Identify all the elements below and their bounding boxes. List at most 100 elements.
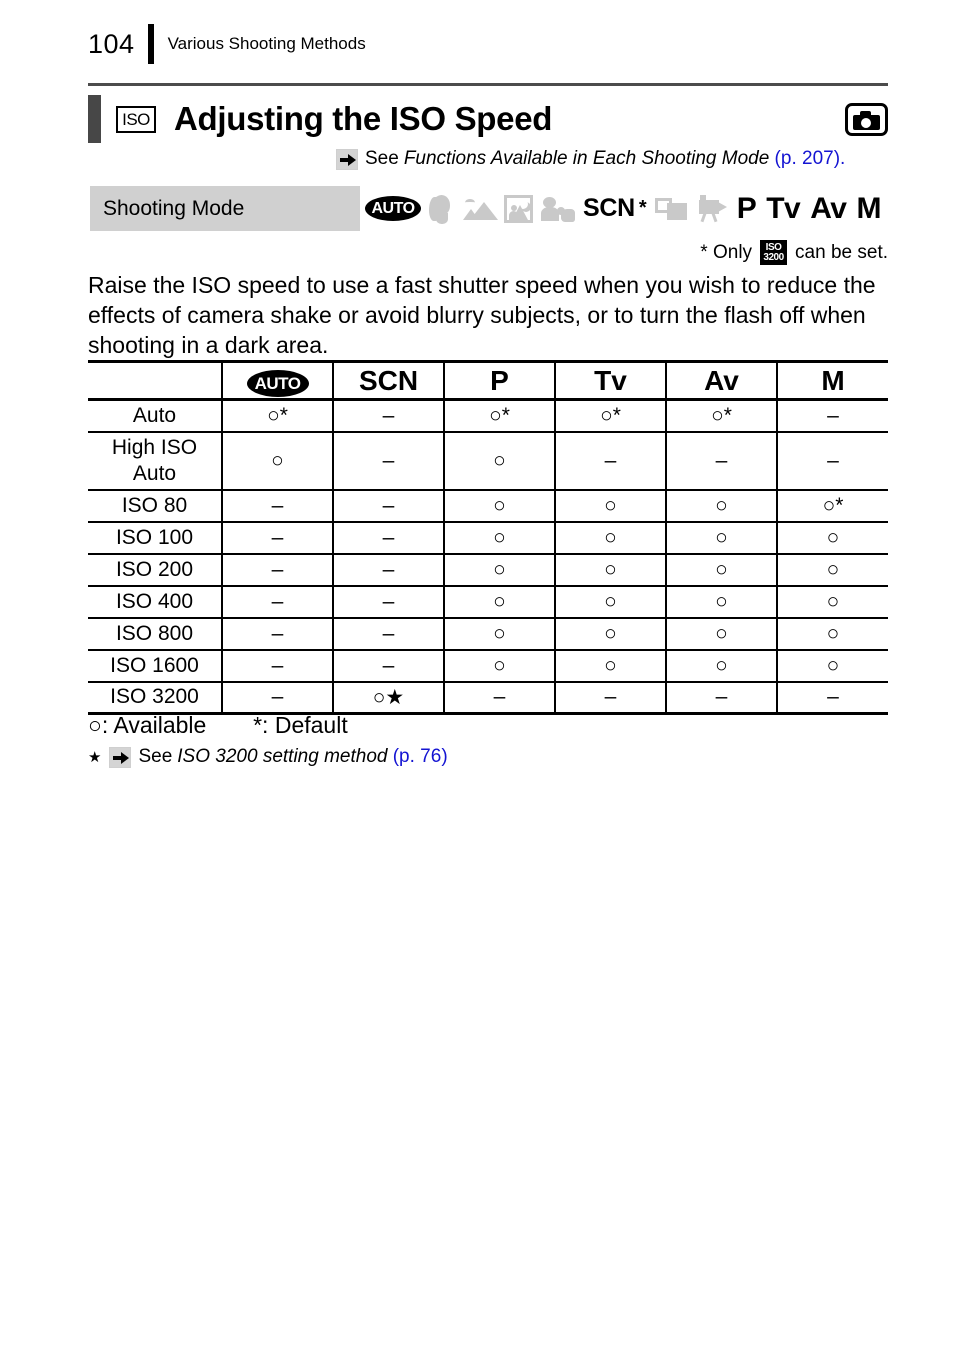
see-reference-title: Functions Available in Each Shooting Mod…	[403, 148, 770, 169]
table-legend: ○: Available *: Default	[88, 712, 348, 739]
table-cell: ○	[443, 617, 555, 651]
table-cell: ○	[776, 553, 888, 587]
table-row: ISO 400 – – ○ ○ ○ ○	[88, 585, 888, 619]
only-note: * Only ISO 3200 can be set.	[700, 240, 888, 265]
table-cell: –	[332, 649, 444, 683]
section-title-row: ISO Adjusting the ISO Speed	[88, 93, 888, 145]
mode-m-label: M	[856, 191, 881, 225]
table-cell: ○*	[665, 399, 777, 433]
mode-portrait-icon	[428, 194, 455, 224]
table-header-scn: SCN	[332, 360, 444, 401]
table-cell: ○	[776, 585, 888, 619]
table-cell: ○	[443, 431, 555, 491]
camera-icon-lens	[861, 117, 871, 128]
table-cell: ○	[443, 649, 555, 683]
table-cell: –	[332, 521, 444, 555]
table-row: Auto ○* – ○* ○* ○* –	[88, 399, 888, 433]
table-header-av: Av	[665, 360, 777, 401]
row-label: ISO 100	[88, 521, 222, 555]
table-cell: ○	[665, 585, 777, 619]
header-horizontal-rule	[88, 83, 888, 86]
table-cell: ○	[554, 553, 666, 587]
mode-night-snapshot-icon	[504, 194, 533, 223]
table-row: ISO 3200 – ○★ – – – –	[88, 681, 888, 715]
table-cell: –	[221, 681, 333, 715]
table-cell: –	[554, 431, 666, 491]
table-cell: ○	[776, 649, 888, 683]
title-accent-bar	[88, 95, 101, 143]
shooting-mode-label: Shooting Mode	[103, 196, 245, 220]
table-row: ISO 1600 – – ○ ○ ○ ○	[88, 649, 888, 683]
table-row: ISO 800 – – ○ ○ ○ ○	[88, 617, 888, 651]
arrow-right-icon	[336, 148, 358, 170]
page-reference-link[interactable]: (p. 207).	[775, 148, 846, 170]
mode-scn-label: SCN	[583, 194, 635, 222]
table-cell: ○	[776, 521, 888, 555]
row-label: Auto	[88, 399, 222, 433]
table-cell: ○	[443, 553, 555, 587]
only-note-suffix: can be set.	[795, 241, 888, 263]
iso-3200-icon-top: ISO	[765, 241, 782, 253]
table-cell: –	[332, 399, 444, 433]
auto-mode-icon: AUTO	[246, 370, 309, 398]
table-cell: ○	[554, 617, 666, 651]
only-note-prefix: * Only	[700, 241, 753, 263]
table-cell: ○	[554, 521, 666, 555]
see-word: See	[365, 148, 399, 169]
camera-icon	[845, 102, 888, 136]
mode-stitch-assist-icon	[654, 196, 688, 221]
row-label: ISO 1600	[88, 649, 222, 683]
manual-page: 104 Various Shooting Methods ISO Adjusti…	[0, 0, 954, 1345]
table-cell: ○	[665, 489, 777, 523]
table-cell: ○	[554, 649, 666, 683]
table-cell: –	[332, 553, 444, 587]
header-chapter-title: Various Shooting Methods	[167, 34, 366, 53]
table-cell: ○	[443, 521, 555, 555]
table-cell: ○*	[776, 489, 888, 523]
table-cell: –	[776, 399, 888, 433]
row-label-line1: High ISO	[111, 435, 198, 459]
mode-tv-label: Tv	[766, 191, 801, 225]
mode-p-label: P	[736, 191, 757, 225]
table-cell: –	[221, 553, 333, 587]
table-cell: ○	[665, 649, 777, 683]
table-cell: –	[665, 681, 777, 715]
iso-availability-table: AUTO SCN P Tv Av M Auto ○* – ○* ○* ○* – …	[88, 360, 888, 715]
table-cell: –	[665, 431, 777, 491]
iso-3200-icon-bottom: 3200	[763, 251, 784, 263]
row-label: ISO 400	[88, 585, 222, 619]
table-cell: ○*	[221, 399, 333, 433]
page-reference-link[interactable]: (p. 76)	[393, 746, 448, 768]
table-cell: ○	[221, 431, 333, 491]
table-cell: –	[332, 431, 444, 491]
table-cell: ○*	[443, 399, 555, 433]
iso-3200-icon: ISO 3200	[760, 240, 788, 265]
table-cell: –	[221, 617, 333, 651]
page-title: Adjusting the ISO Speed	[174, 100, 553, 137]
table-cell: ○	[443, 585, 555, 619]
table-header-m: M	[776, 360, 888, 401]
row-label-line2: Auto	[132, 461, 177, 485]
mode-av-label: Av	[810, 191, 847, 225]
table-cell: ○	[665, 617, 777, 651]
table-cell: –	[332, 489, 444, 523]
table-cell: –	[332, 585, 444, 619]
table-row: ISO 200 – – ○ ○ ○ ○	[88, 553, 888, 587]
shooting-mode-bar: Shooting Mode AUTO SCN * P Tv Av M	[90, 186, 888, 231]
arrow-right-icon	[109, 746, 132, 768]
shooting-mode-icon-strip: AUTO SCN * P Tv Av M	[360, 186, 888, 231]
table-cell: ○	[554, 585, 666, 619]
table-cell: –	[443, 681, 555, 715]
star-footnote: ★ See ISO 3200 setting method (p. 76)	[88, 746, 448, 768]
legend-default: *: Default	[253, 712, 348, 738]
iso-icon: ISO	[116, 105, 156, 133]
table-cell: ○	[665, 521, 777, 555]
mode-kids-and-pets-icon	[541, 195, 575, 222]
table-cell: –	[221, 489, 333, 523]
row-label: ISO 200	[88, 553, 222, 587]
table-cell: –	[221, 649, 333, 683]
row-label: ISO 800	[88, 617, 222, 651]
see-reference-line: See Functions Available in Each Shooting…	[336, 148, 845, 170]
star-footnote-title: ISO 3200 setting method	[177, 746, 388, 767]
table-cell: ○	[554, 489, 666, 523]
